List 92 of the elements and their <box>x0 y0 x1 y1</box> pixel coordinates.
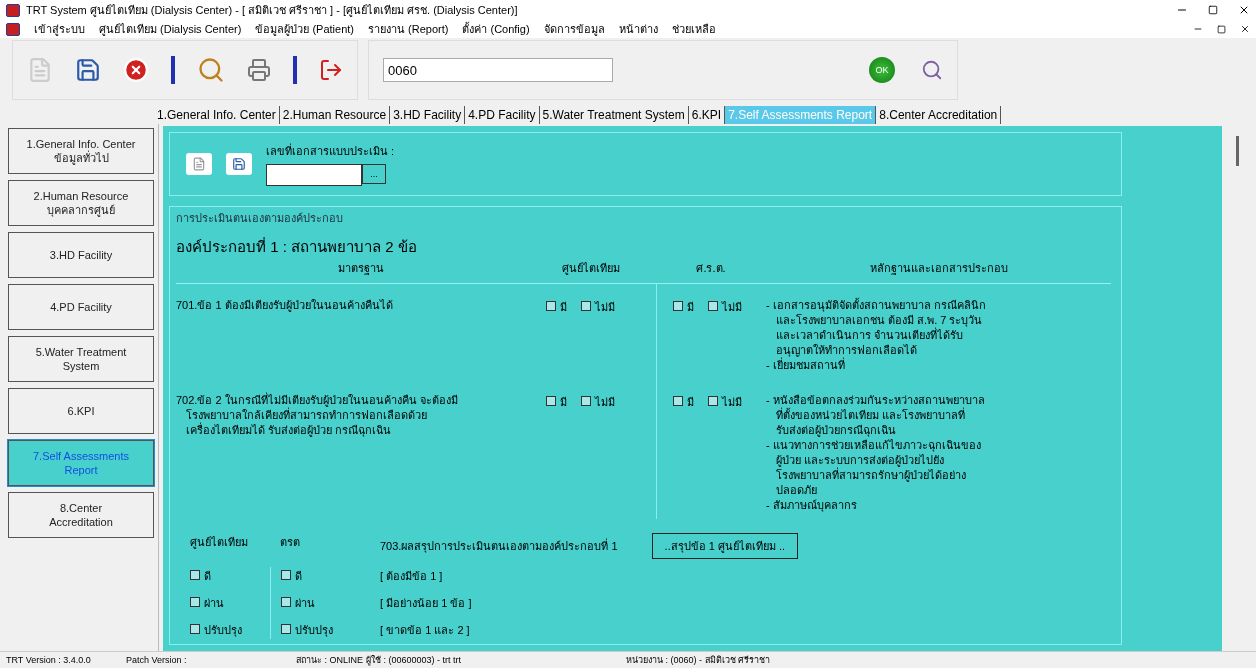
app-icon <box>6 22 20 36</box>
cancel-icon[interactable] <box>123 57 149 83</box>
checkbox[interactable]: มี <box>546 298 567 379</box>
sidebar-item[interactable]: 4.PD Facility <box>8 284 154 330</box>
checkbox[interactable]: ไม่มี <box>581 393 615 519</box>
menu-item[interactable]: ช่วยเหลือ <box>671 20 716 38</box>
tab[interactable]: 1.General Info. Center <box>154 106 280 124</box>
column-header: ศูนย์ไตเทียม <box>561 261 621 277</box>
document-number-label: เลขที่เอกสารแบบประเมิน : <box>266 142 395 159</box>
sidebar-item[interactable]: 2.Human Resource บุคคลากรศูนย์ <box>8 180 154 226</box>
checkbox[interactable]: มี <box>673 298 694 379</box>
evidence-text: - เยี่ยมชมสถานที่ <box>766 358 1111 373</box>
save-icon[interactable] <box>75 57 101 83</box>
checkbox[interactable]: มี <box>546 393 567 519</box>
menu-item[interactable]: จัดการข้อมูล <box>543 20 605 38</box>
menu-item[interactable]: ข้อมูลผู้ป่วย (Patient) <box>255 20 354 38</box>
status-text: Patch Version : <box>126 655 188 665</box>
new-button[interactable] <box>186 153 212 175</box>
status-text: สถานะ : ONLINE <box>296 654 364 667</box>
browse-button[interactable]: ... <box>362 164 386 184</box>
exit-icon[interactable] <box>319 58 343 82</box>
status-text: TRT Version : 3.4.0.0 <box>6 655 92 665</box>
evidence-text: รับส่งต่อผู้ป่วยกรณีฉุกเฉิน <box>775 423 897 438</box>
standard-text: โรงพยาบาลใกล้เคียงที่สามารถทำการฟอกเลือดด้วย <box>176 408 546 423</box>
maximize-icon[interactable] <box>1208 5 1218 15</box>
app-icon <box>6 3 20 17</box>
checkbox[interactable]: ผ่าน <box>281 594 380 612</box>
group-title: การประเมินตนเองตามองค์ประกอบ <box>176 211 344 226</box>
close-icon[interactable] <box>1238 4 1250 16</box>
column-header: มาตรฐาน <box>337 261 385 277</box>
status-text: หน่วยงาน : (0060) - สมิติเวช ศรีราชา <box>626 654 771 667</box>
column-header: หลักฐานและเอกสารประกอบ <box>868 261 1009 277</box>
sidebar-item[interactable]: 6.KPI <box>8 388 154 434</box>
column-header: ศ.ร.ต. <box>695 261 727 276</box>
criteria-text: [ ต้องมีข้อ 1 ] <box>380 569 444 584</box>
status-text: ผู้ใช้ : (00600003) - trt trt <box>366 654 463 667</box>
document-icon <box>192 157 206 171</box>
menu-item[interactable]: ตั้งค่า (Config) <box>462 20 530 38</box>
column-header: ตรต <box>280 535 301 550</box>
evidence-text: - สัมภาษณ์บุคลากร <box>766 498 858 513</box>
column-header: ศูนย์ไตเทียม <box>190 535 249 551</box>
evidence-text: ที่ตั้งของหน่วยไตเทียม และโรงพยาบาลที่ <box>775 408 967 423</box>
evidence-text: ผู้ป่วย และระบบการส่งต่อผู้ป่วยไปยัง <box>775 453 945 468</box>
search-icon[interactable] <box>921 59 943 81</box>
menu-item[interactable]: ศูนย์ไตเทียม (Dialysis Center) <box>99 20 242 38</box>
restore-icon[interactable] <box>1217 24 1226 34</box>
section-heading: องค์ประกอบที่ 1 : สถานพยาบาล 2 ข้อ <box>176 236 418 257</box>
evidence-text: และเวลาดำเนินการ จำนวนเตียงที่ได้รับ <box>775 328 965 343</box>
evidence-text: โรงพยาบาลที่สามารถรักษาผู้ป่วยได้อย่าง <box>766 468 1111 483</box>
checkbox[interactable]: ปรับปรุง <box>190 621 280 639</box>
checkbox[interactable]: ไม่มี <box>708 298 742 379</box>
close-icon[interactable] <box>1240 24 1250 34</box>
summary-button[interactable]: ..สรุปข้อ 1 ศูนย์ไตเทียม .. <box>651 533 799 559</box>
menu-item[interactable]: เข้าสู่ระบบ <box>34 20 85 38</box>
checkbox[interactable]: มี <box>673 393 694 519</box>
standard-text: เครื่องไตเทียมได้ รับส่งต่อผู้ป่วย กรณีฉุกเฉิน <box>185 423 393 438</box>
checkbox[interactable]: ผ่าน <box>190 594 280 612</box>
save-icon <box>232 157 246 171</box>
sidebar-item[interactable]: 8.Center Accreditation <box>8 492 154 538</box>
checkbox[interactable]: ไม่มี <box>708 393 742 519</box>
window-title: TRT System ศูนย์ไตเทียม (Dialysis Center) - [ สมิติเวช ศรีราชา ] - [ศูนย์ไตเทียม ศรช. (Dialysis Center)] <box>26 3 518 19</box>
summary-title: 703.ผลสรุปการประเมินตนเองตามองค์ประกอบที่ 1 <box>380 537 618 555</box>
sidebar-item[interactable]: 3.HD Facility <box>8 232 154 278</box>
code-field[interactable]: 0060 <box>383 58 613 82</box>
evidence-text: และโรงพยาบาลเอกชน ต้องมี ส.พ. 7 ระบุวัน <box>775 313 984 327</box>
standard-text: 701.ข้อ 1 ต้องมีเตียงรับผู้ป่วยในนอนค้างคืนได้ <box>176 298 394 313</box>
criteria-text: [ ขาดข้อ 1 และ 2 ] <box>380 623 471 638</box>
sidebar-item[interactable]: 7.Self Assessments Report <box>8 440 154 486</box>
evidence-text: อนุญาตให้ทำการฟอกเลือดได้ <box>776 343 918 358</box>
evidence-text: - เอกสารอนุมัติจัดตั้งสถานพยาบาล กรณีคลินิก <box>766 298 987 313</box>
tab[interactable]: 4.PD Facility <box>465 106 540 124</box>
tab[interactable]: 5.Water Treatment System <box>539 106 689 124</box>
checkbox[interactable]: ดี <box>281 567 380 585</box>
criteria-text: [ มีอย่างน้อย 1 ข้อ ] <box>380 596 473 611</box>
checkbox[interactable]: ปรับปรุง <box>281 621 380 639</box>
checkbox[interactable]: ไม่มี <box>581 298 615 379</box>
sidebar-item[interactable]: 1.General Info. Center ข้อมูลทั่วไป <box>8 128 154 174</box>
standard-text: 702.ข้อ 2 ในกรณีที่ไม่มีเตียงรับผู้ป่วยในนอนค้างคืน จะต้องมี <box>176 393 459 408</box>
evidence-text: - หนังสือข้อตกลงร่วมกันระหว่างสถานพยาบาล <box>766 393 986 407</box>
sidebar-item[interactable]: 5.Water Treatment System <box>8 336 154 382</box>
menu-item[interactable]: รายงาน (Report) <box>368 20 449 38</box>
search-icon[interactable] <box>197 56 225 84</box>
evidence-text: - แนวทางการช่วยเหลือแก้ไขภาวะฉุกเฉินของ <box>766 438 982 453</box>
evidence-text: ปลอดภัย <box>775 483 818 498</box>
document-number-field[interactable] <box>266 164 362 186</box>
tab[interactable]: 2.Human Resource <box>279 106 391 124</box>
menu-item[interactable]: หน้าต่าง <box>618 20 658 38</box>
save-button[interactable] <box>226 153 252 175</box>
tab[interactable]: 3.HD Facility <box>390 106 466 124</box>
tab[interactable]: 8.Center Accreditation <box>876 106 1002 124</box>
checkbox[interactable]: ดี <box>190 567 280 585</box>
printer-icon[interactable] <box>247 58 271 82</box>
